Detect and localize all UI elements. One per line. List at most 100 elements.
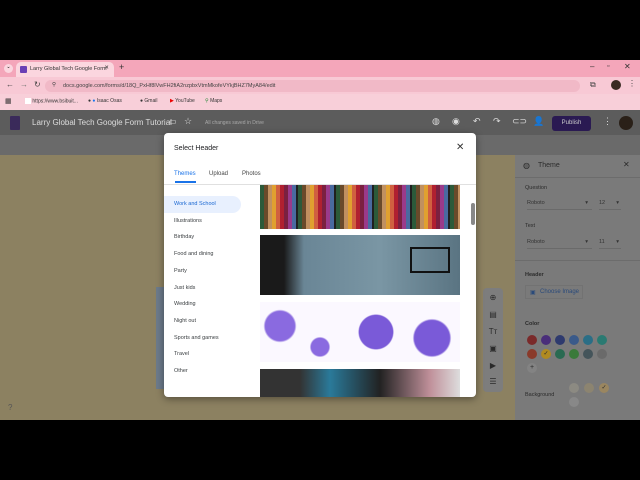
publish-button[interactable]: Publish: [552, 116, 591, 131]
import-questions-icon[interactable]: ▤: [488, 310, 498, 320]
bookmark-label: YouTube: [175, 98, 195, 104]
category-item[interactable]: Sports and games: [174, 335, 219, 341]
color-swatch[interactable]: [555, 349, 565, 359]
back-icon[interactable]: ←: [6, 80, 14, 89]
select-value: 11: [599, 239, 605, 245]
text-size-select[interactable]: 11 ▾: [599, 235, 621, 249]
tab-themes[interactable]: Themes: [174, 171, 196, 177]
theme-image-yarn[interactable]: [260, 185, 460, 229]
question-label: Question: [525, 185, 548, 191]
text-font-select[interactable]: Roboto ▾: [527, 235, 592, 249]
category-item[interactable]: Travel: [174, 351, 189, 357]
color-swatch[interactable]: [597, 335, 607, 345]
color-swatch[interactable]: [569, 335, 579, 345]
account-avatar[interactable]: [619, 116, 633, 130]
apps-icon[interactable]: ▦: [5, 97, 12, 105]
category-item[interactable]: Other: [174, 368, 188, 374]
add-question-icon[interactable]: ⊕: [488, 293, 498, 303]
close-window-button[interactable]: ✕: [624, 62, 631, 71]
background-swatch[interactable]: ✓: [599, 383, 609, 393]
choose-image-button[interactable]: ▣ Choose Image: [525, 285, 583, 299]
minimize-button[interactable]: –: [590, 62, 594, 71]
profile-avatar[interactable]: [611, 80, 621, 90]
close-theme-panel-icon[interactable]: ✕: [623, 160, 630, 169]
color-swatch[interactable]: [597, 349, 607, 359]
add-image-icon[interactable]: ▣: [488, 344, 498, 354]
extensions-icon[interactable]: ⧉: [590, 80, 596, 90]
image-icon: ▣: [530, 290, 536, 296]
add-collaborator-icon[interactable]: 👤: [533, 116, 544, 127]
color-swatch[interactable]: [555, 335, 565, 345]
custom-color-button[interactable]: +: [527, 363, 537, 373]
help-icon[interactable]: ?: [8, 403, 12, 412]
color-swatch[interactable]: [527, 349, 537, 359]
select-header-dialog: Select Header ✕ Themes Upload Photos Wor…: [164, 133, 476, 397]
background-swatch[interactable]: [569, 397, 579, 407]
category-item[interactable]: Illustrations: [174, 218, 202, 224]
category-item[interactable]: Wedding: [174, 301, 196, 307]
forms-logo-icon[interactable]: [10, 116, 20, 130]
bookmark-1[interactable]: https://www.bsibuit...: [25, 98, 78, 104]
category-item[interactable]: Night out: [174, 318, 196, 324]
category-item[interactable]: Food and dining: [174, 251, 213, 257]
category-item[interactable]: Just kids: [174, 285, 195, 291]
question-font-select[interactable]: Roboto ▾: [527, 196, 592, 210]
bookmark-2[interactable]: ● ● Isaac Osas: [88, 98, 122, 104]
url-field[interactable]: ⚲ docs.google.com/forms/d/18Q_PxHf8lVwFH…: [45, 80, 580, 92]
undo-icon[interactable]: ↶: [473, 116, 481, 127]
palette-icon[interactable]: ◍: [432, 116, 440, 127]
question-size-select[interactable]: 12 ▾: [599, 196, 621, 210]
link-icon[interactable]: ⊂⊃: [512, 116, 527, 127]
dialog-scrollbar[interactable]: [471, 203, 475, 225]
folder-icon[interactable]: ▭: [169, 117, 177, 126]
header-label: Header: [525, 272, 544, 278]
color-swatch[interactable]: [527, 335, 537, 345]
restore-button[interactable]: ▫: [607, 63, 609, 70]
category-item[interactable]: Party: [174, 268, 187, 274]
dialog-title: Select Header: [174, 145, 219, 152]
background-swatch[interactable]: [584, 383, 594, 393]
new-tab-button[interactable]: +: [119, 62, 124, 72]
tab-upload[interactable]: Upload: [209, 171, 228, 177]
form-title[interactable]: Larry Global Tech Google Form Tutorial: [32, 118, 172, 127]
browser-menu-icon[interactable]: ⋮: [628, 79, 636, 88]
reload-icon[interactable]: ↻: [34, 80, 41, 89]
background-label: Background: [525, 392, 555, 398]
color-swatch[interactable]: [583, 335, 593, 345]
background-swatch[interactable]: [569, 383, 579, 393]
add-section-icon[interactable]: ☰: [488, 377, 498, 387]
color-swatch[interactable]: [569, 349, 579, 359]
tab-photos[interactable]: Photos: [242, 171, 261, 177]
theme-image-basketball[interactable]: [260, 235, 460, 295]
form-card-edge: [156, 287, 164, 389]
preview-eye-icon[interactable]: ◉: [452, 116, 460, 127]
text-label: Text: [525, 223, 536, 229]
color-swatch[interactable]: ✓: [541, 349, 551, 359]
category-item[interactable]: Work and School: [174, 201, 216, 207]
bookmark-3[interactable]: ● Gmail: [140, 98, 157, 104]
select-value: Roboto: [527, 200, 545, 206]
add-video-icon[interactable]: ▶: [488, 361, 498, 371]
palette-icon: ◍: [523, 161, 530, 170]
color-swatch[interactable]: [541, 335, 551, 345]
forward-icon[interactable]: →: [20, 80, 28, 89]
redo-icon[interactable]: ↷: [493, 116, 501, 127]
more-options-icon[interactable]: ⋮: [603, 116, 612, 127]
tab-search-icon[interactable]: ⌄: [4, 64, 13, 73]
theme-image-dj[interactable]: [260, 369, 460, 397]
close-tab-icon[interactable]: ✕: [104, 65, 109, 71]
add-title-icon[interactable]: Tт: [488, 327, 498, 337]
color-swatch[interactable]: [583, 349, 593, 359]
site-info-icon[interactable]: ⚲: [52, 82, 56, 88]
bookmark-5[interactable]: ⚲ Maps: [205, 98, 222, 104]
star-icon[interactable]: ☆: [184, 116, 192, 127]
theme-panel: ◍ Theme ✕ Question Roboto ▾ 12 ▾ Text Robo…: [515, 155, 640, 420]
bookmark-4[interactable]: ▶ YouTube: [170, 98, 195, 104]
save-status: All changes saved in Drive: [205, 120, 264, 126]
category-item[interactable]: Birthday: [174, 234, 194, 240]
url-text: docs.google.com/forms/d/18Q_PxHf8lVwFH2f…: [63, 83, 276, 89]
theme-image-purple-spheres[interactable]: [260, 302, 460, 362]
bookmark-label: Maps: [210, 98, 223, 104]
browser-tab[interactable]: Larry Global Tech Google Form ✕: [16, 62, 114, 77]
close-dialog-icon[interactable]: ✕: [456, 142, 464, 153]
